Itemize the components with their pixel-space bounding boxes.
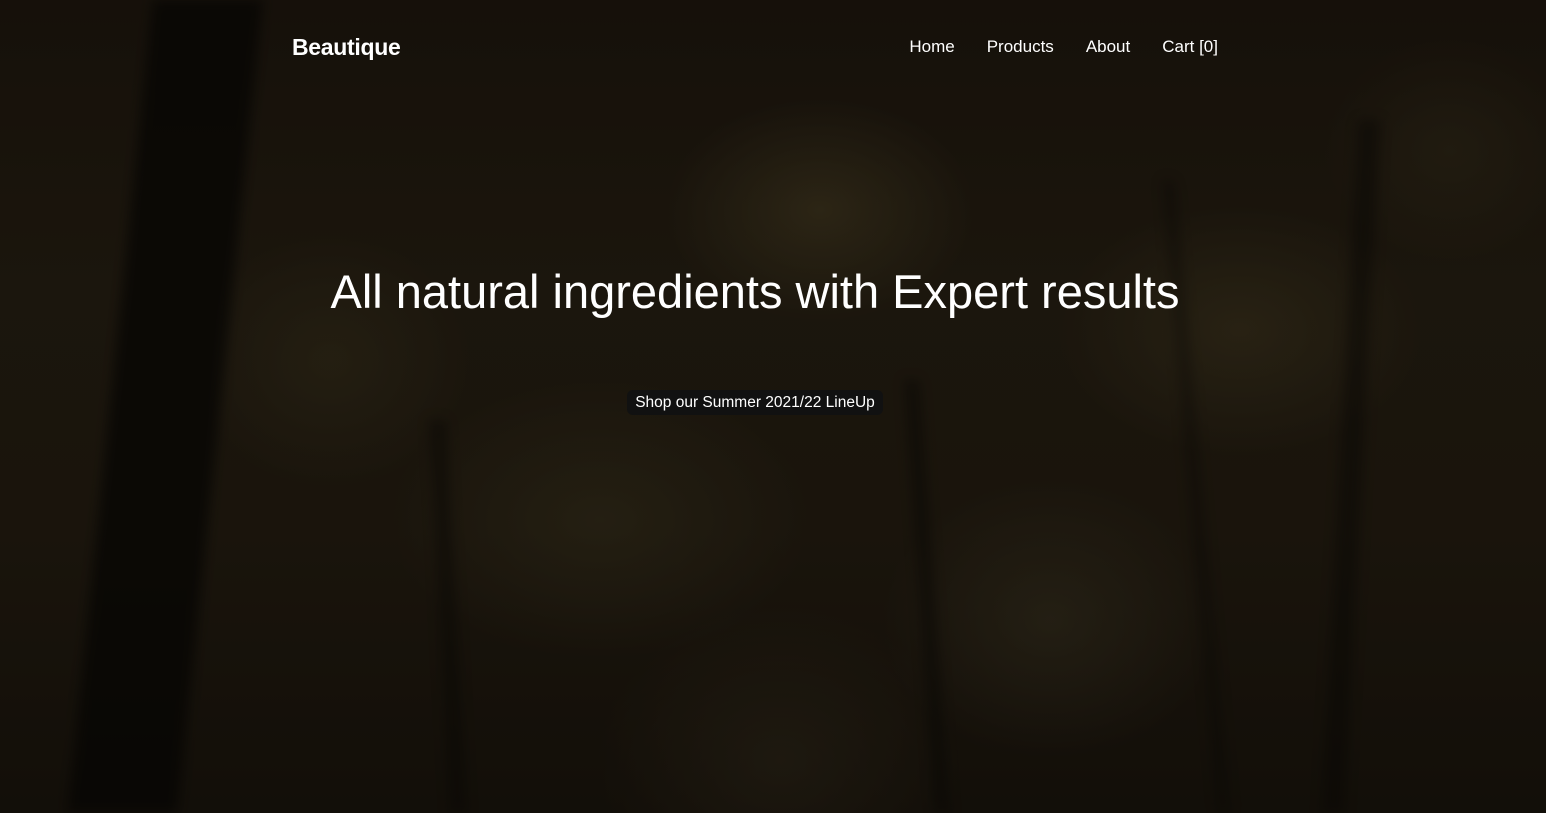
hero-headline: All natural ingredients with Expert resu… [330, 265, 1180, 318]
brand-logo[interactable]: Beautique [292, 31, 401, 63]
nav-link-cart[interactable]: Cart [0] [1162, 34, 1218, 60]
shop-lineup-button[interactable]: Shop our Summer 2021/22 LineUp [627, 390, 883, 415]
cta-container: Shop our Summer 2021/22 LineUp [0, 390, 1510, 415]
nav-links: Home Products About Cart [0] [909, 34, 1218, 60]
nav-link-home[interactable]: Home [909, 34, 954, 60]
navbar: Beautique Home Products About Cart [0] [0, 0, 1546, 94]
hero-section: Beautique Home Products About Cart [0] A… [0, 0, 1546, 813]
nav-link-about[interactable]: About [1086, 34, 1130, 60]
nav-link-products[interactable]: Products [987, 34, 1054, 60]
